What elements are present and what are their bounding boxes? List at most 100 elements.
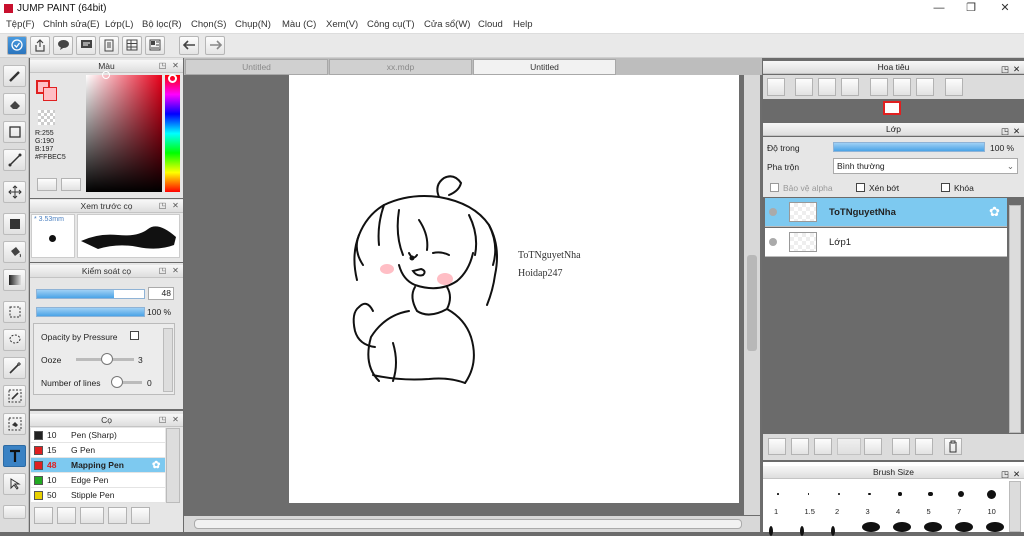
blend-mode-select[interactable]: Bình thường ⌄ (833, 158, 1018, 174)
brush-size-scrollbar[interactable] (1009, 481, 1021, 532)
menu-cloud[interactable]: Cloud (478, 19, 503, 30)
close-icon[interactable]: ✕ (1013, 468, 1020, 481)
background-color-swatch[interactable] (43, 87, 57, 101)
tool-eraser[interactable] (3, 93, 26, 115)
tab-untitled-1[interactable]: Untitled (185, 59, 328, 75)
brush-item-pen-sharp[interactable]: 10 Pen (Sharp) (31, 428, 165, 443)
protect-alpha-checkbox[interactable] (770, 183, 779, 192)
menu-file[interactable]: Tệp(F) (6, 19, 35, 30)
menu-select[interactable]: Chọn(S) (191, 19, 226, 30)
brush-size-dot-large[interactable] (831, 526, 835, 536)
lock-checkbox[interactable] (941, 183, 950, 192)
tool-select-eraser[interactable] (3, 413, 26, 435)
brush-size-dot-large[interactable] (893, 522, 911, 532)
brush-size-input[interactable]: 48 (148, 287, 174, 300)
tool-select[interactable] (3, 301, 26, 323)
grid-button[interactable] (122, 36, 142, 55)
menu-view[interactable]: Xem(V) (326, 19, 358, 30)
horizontal-scroll-thumb[interactable] (194, 519, 742, 529)
close-icon[interactable]: ✕ (171, 267, 180, 276)
brush-size-dot[interactable] (777, 493, 779, 495)
new-layer-button[interactable] (768, 438, 786, 455)
tool-line[interactable] (3, 149, 26, 171)
color-wheel-button[interactable] (37, 178, 57, 191)
zoom-actual-button[interactable] (818, 78, 836, 96)
brush-settings-scrollbar[interactable] (163, 328, 173, 392)
tool-bucket[interactable] (3, 241, 26, 263)
brush-size-slider[interactable] (36, 289, 145, 299)
tool-gradient[interactable] (3, 269, 26, 291)
close-icon[interactable]: ✕ (171, 202, 180, 211)
brush-folder-button[interactable] (131, 507, 150, 524)
tool-fill-rect[interactable] (3, 213, 26, 235)
brush-new-button[interactable] (57, 507, 76, 524)
tab-untitled-active[interactable]: Untitled (473, 59, 616, 75)
document-button[interactable] (99, 36, 119, 55)
new-halftone-layer-button[interactable] (791, 438, 809, 455)
hue-slider[interactable] (165, 75, 180, 192)
new-folder-button[interactable] (814, 438, 832, 455)
zoom-out-button[interactable] (841, 78, 859, 96)
undock-icon[interactable]: ◳ (158, 416, 167, 425)
pressure-toggle-button[interactable] (7, 36, 27, 55)
undock-icon[interactable]: ◳ (158, 267, 167, 276)
visibility-eye-icon[interactable] (769, 238, 777, 246)
brush-size-dot[interactable] (838, 493, 840, 495)
undock-icon[interactable]: ◳ (158, 202, 167, 211)
brush-size-dot-large[interactable] (955, 522, 973, 532)
brush-list-scrollbar[interactable] (166, 428, 180, 503)
merge-layer-button[interactable] (915, 438, 933, 455)
canvas-text-1[interactable]: ToTNguyetNha (518, 250, 581, 261)
vertical-scroll-thumb[interactable] (747, 255, 757, 351)
tool-lasso[interactable] (3, 329, 26, 351)
undock-icon[interactable]: ◳ (158, 62, 167, 71)
zoom-in-button[interactable] (795, 78, 813, 96)
tool-text[interactable] (3, 445, 26, 467)
close-icon[interactable]: ✕ (171, 416, 180, 425)
layer-folder-button[interactable] (864, 438, 882, 455)
minimize-button[interactable]: — (924, 1, 954, 16)
close-button[interactable]: ✕ (990, 1, 1020, 16)
fit-window-button[interactable] (893, 78, 911, 96)
zoom-fit-button[interactable] (767, 78, 785, 96)
menu-tools[interactable]: Công cụ(T) (367, 19, 415, 30)
brush-size-dot[interactable] (987, 489, 996, 499)
menu-filter[interactable]: Bộ lọc(R) (142, 19, 182, 30)
transparent-swatch[interactable] (38, 110, 55, 125)
saturation-value-picker[interactable] (86, 75, 162, 192)
menu-help[interactable]: Help (513, 19, 533, 30)
tool-move[interactable] (3, 181, 26, 203)
menu-edit[interactable]: Chỉnh sửa(E) (43, 19, 100, 30)
color-picker-cursor[interactable] (102, 71, 110, 79)
brush-copy-button[interactable] (108, 507, 127, 524)
tool-select-pen[interactable] (3, 385, 26, 407)
layer-opacity-slider[interactable] (833, 142, 985, 152)
canvas-horizontal-scrollbar[interactable] (184, 516, 760, 532)
layer-row-totnguyetnha[interactable]: ToTNguyetNha ✿ (765, 198, 1007, 227)
layer-list-scrollbar[interactable] (1009, 205, 1021, 433)
navigator-viewport[interactable] (883, 101, 901, 115)
brush-size-dot-large[interactable] (924, 522, 942, 532)
canvas-page[interactable]: ToTNguyetNha Hoidap247 (289, 75, 739, 503)
ooze-slider-thumb[interactable] (101, 353, 113, 365)
comment-button[interactable] (53, 36, 73, 55)
clipping-checkbox[interactable] (856, 183, 865, 192)
close-icon[interactable]: ✕ (171, 62, 180, 71)
tool-magic-wand[interactable] (3, 357, 26, 379)
brush-item-mapping-pen[interactable]: 48 Mapping Pen ✿ (31, 458, 165, 473)
flip-button[interactable] (945, 78, 963, 96)
share-button[interactable] (30, 36, 50, 55)
lines-slider-thumb[interactable] (111, 376, 123, 388)
opacity-pressure-checkbox[interactable] (130, 331, 139, 340)
rotate-right-button[interactable] (916, 78, 934, 96)
duplicate-layer-button[interactable] (892, 438, 910, 455)
brush-item-edge-pen[interactable]: 10 Edge Pen (31, 473, 165, 488)
brush-size-dot-large[interactable] (800, 526, 804, 536)
canvas-vertical-scrollbar[interactable] (744, 75, 760, 515)
brush-item-g-pen[interactable]: 15 G Pen (31, 443, 165, 458)
layer-add-menu-button[interactable] (837, 438, 861, 455)
menu-capture[interactable]: Chụp(N) (235, 19, 271, 30)
brush-size-dot-large[interactable] (986, 522, 1004, 532)
color-mode-button[interactable] (61, 178, 81, 191)
brush-cloud-button[interactable] (34, 507, 53, 524)
